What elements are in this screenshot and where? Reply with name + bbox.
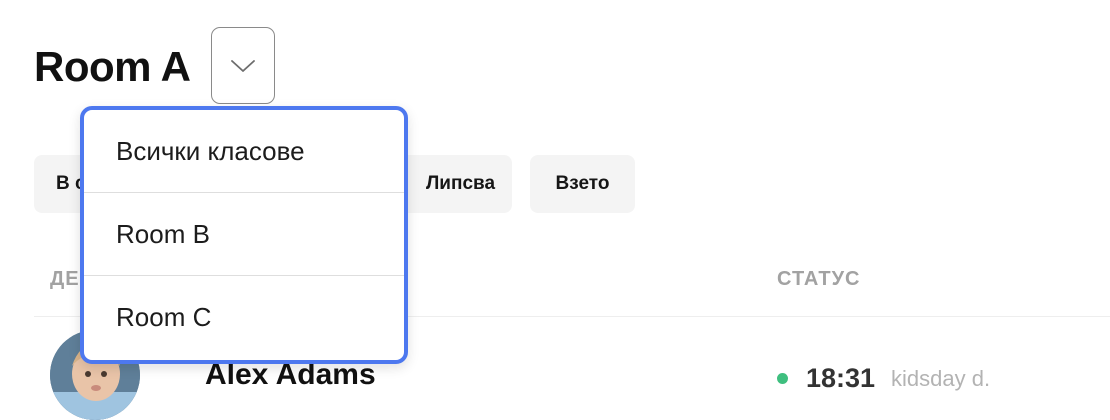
room-dropdown-toggle[interactable] [211,27,275,104]
room-dropdown-menu: Всички класове Room B Room C [80,106,408,364]
filter-chip-missing[interactable]: Липсва [395,155,512,213]
status-by: kidsday d. [891,366,991,391]
attendance-page: Room A В с Липсва Взето ДЕ СТАТУС Alex A… [0,0,1110,420]
status-time: 18:31 [806,363,876,393]
page-title: Room A [34,43,191,90]
dropdown-item-all-classes[interactable]: Всички класове [84,110,404,193]
filter-chip-label: Липсва [425,173,496,194]
column-header-status: СТАТУС [777,268,861,290]
filter-chip-label: Взето [555,173,610,194]
chevron-down-icon [231,59,255,72]
dropdown-item-room-c[interactable]: Room C [84,276,404,359]
column-header-child: ДЕ [50,268,80,290]
filter-chip-picked-up[interactable]: Взето [530,155,635,213]
dropdown-item-room-b[interactable]: Room B [84,193,404,276]
status-dot [777,373,788,384]
